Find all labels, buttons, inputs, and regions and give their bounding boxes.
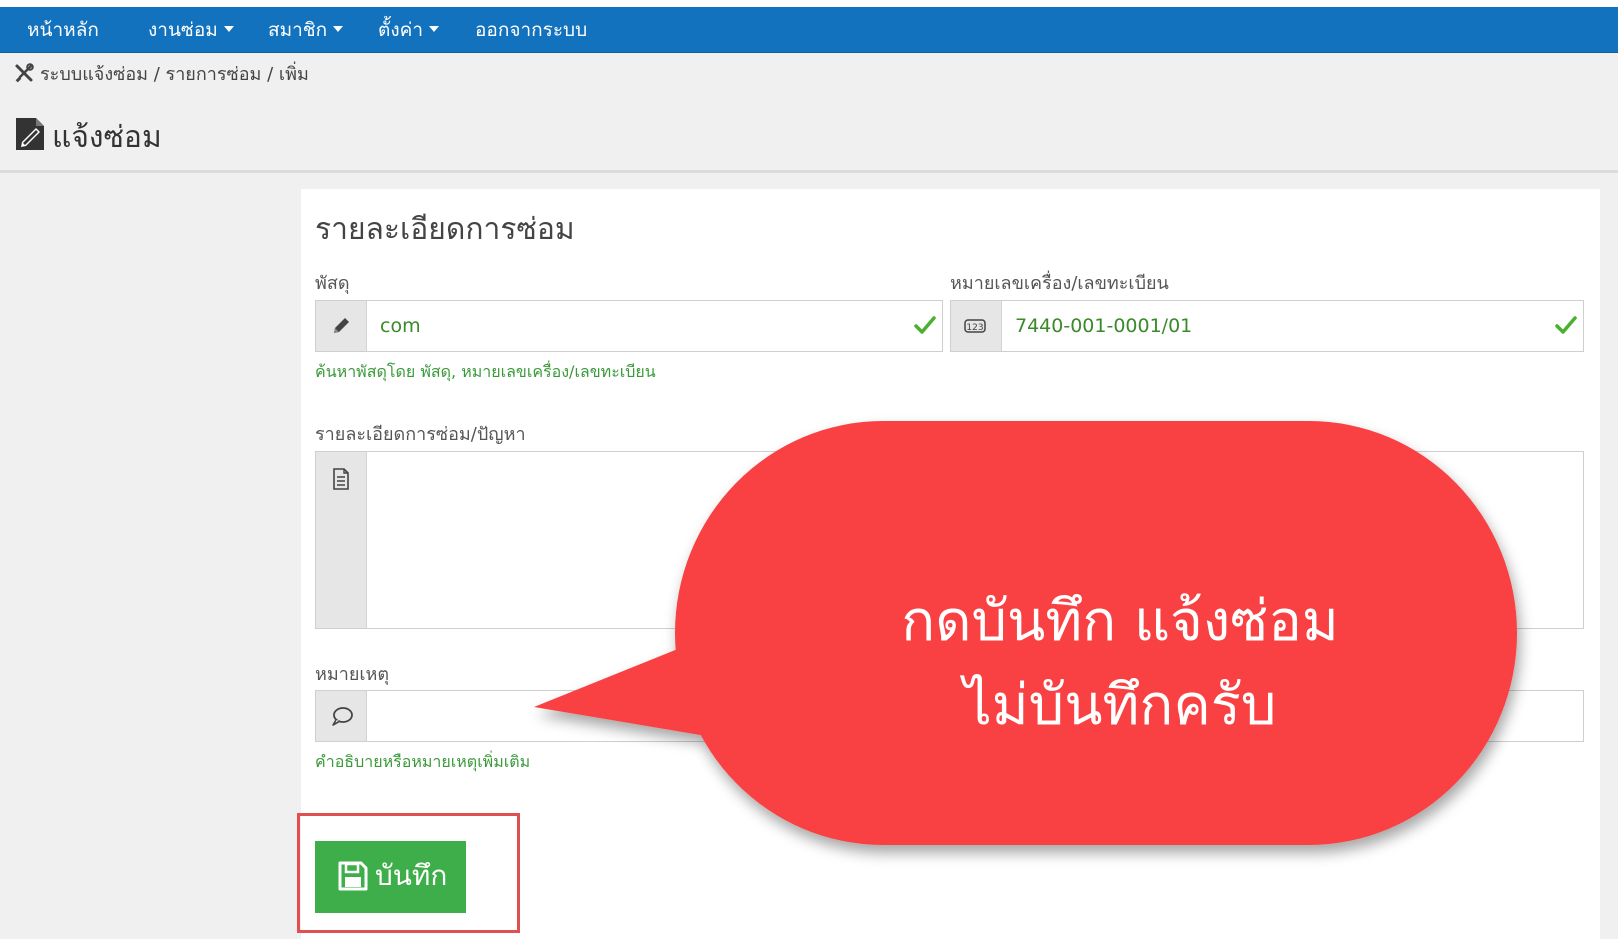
floppy-disk-icon bbox=[338, 861, 368, 891]
callout-line-1: กดบันทึก แจ้งซ่อม bbox=[901, 589, 1339, 654]
callout-text: กดบันทึก แจ้งซ่อม ไม่บันทึกครับ bbox=[780, 580, 1460, 748]
save-button-label: บันทึก bbox=[375, 859, 448, 892]
save-button[interactable]: บันทึก bbox=[315, 841, 466, 913]
callout-bubble bbox=[534, 421, 1517, 845]
callout-line-2: ไม่บันทึกครับ bbox=[963, 673, 1277, 738]
